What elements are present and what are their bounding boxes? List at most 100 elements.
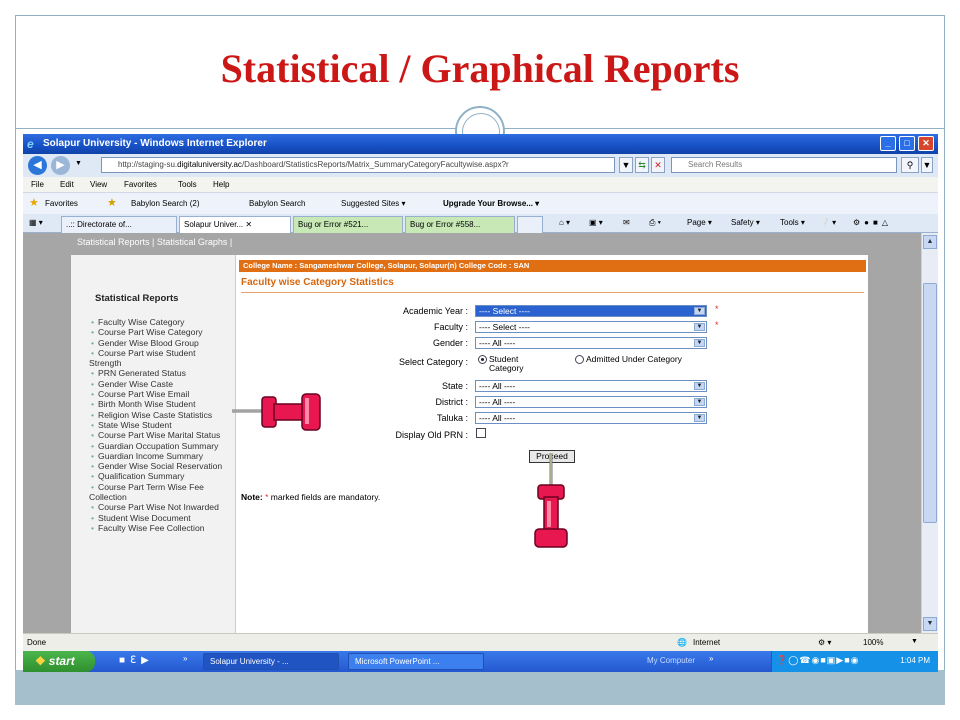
close-button[interactable]: ✕ xyxy=(918,136,934,151)
minimize-button[interactable]: _ xyxy=(880,136,896,151)
home-icon[interactable]: ⌂ ▾ xyxy=(559,218,570,227)
sidebar-item-guardian-income[interactable]: Guardian Income Summary xyxy=(89,451,229,461)
ie-logo-icon: e xyxy=(27,137,34,151)
sidebar-item-student-strength[interactable]: Course Part wise Student Strength xyxy=(89,348,229,369)
fav-babylon-search-2[interactable]: Babylon Search (2) xyxy=(131,199,199,208)
mail-icon[interactable]: ✉ xyxy=(623,218,630,227)
sidebar-item-course-part-wise-category[interactable]: Course Part Wise Category xyxy=(89,327,229,337)
quick-tabs-icon[interactable]: ▦ ▾ xyxy=(29,218,43,227)
taskbar-item-ie[interactable]: Solapur University - ... xyxy=(203,653,339,670)
bottom-band xyxy=(15,670,945,705)
search-input[interactable]: Search Results xyxy=(671,157,897,173)
new-tab-button[interactable] xyxy=(517,216,543,233)
zoom-settings-icon[interactable]: ⚙ ▾ xyxy=(818,638,831,647)
sidebar-item-state-wise-student[interactable]: State Wise Student xyxy=(89,420,229,430)
tab-directorate[interactable]: ..:: Directorate of... xyxy=(61,216,177,233)
address-path: /Dashboard/StatisticsReports/Matrix_Summ… xyxy=(241,160,509,169)
windows-taskbar: ❖ start ■ℇ▶ » Solapur University - ... Mi… xyxy=(23,651,938,672)
tray-icons[interactable]: ❓◯☎◉■▣▶■◉ xyxy=(776,655,860,666)
quick-launch-more-icon[interactable]: » xyxy=(183,654,187,663)
taluka-select[interactable]: ---- All ---- ▼ xyxy=(475,412,707,424)
history-dropdown-icon[interactable]: ▼ xyxy=(75,160,82,167)
maximize-button[interactable]: □ xyxy=(899,136,915,151)
tools-menu[interactable]: Tools ▾ xyxy=(780,218,805,227)
fav-babylon-search[interactable]: Babylon Search xyxy=(249,199,305,208)
print-icon[interactable]: ⎙ ▾ xyxy=(649,218,661,228)
display-old-prn-checkbox[interactable] xyxy=(476,428,486,438)
zoom-level[interactable]: 100% xyxy=(863,638,883,647)
sidebar-item-student-wise-document[interactable]: Student Wise Document xyxy=(89,513,229,523)
refresh-icon[interactable]: ⇆ xyxy=(635,157,649,173)
toolbar-expand-icon[interactable]: » xyxy=(709,654,713,663)
zoom-dropdown-icon[interactable]: ▼ xyxy=(911,638,918,645)
star-icon[interactable]: ★ xyxy=(29,196,39,209)
sidebar: Statistical Reports Faculty Wise Categor… xyxy=(71,255,236,633)
state-select[interactable]: ---- All ---- ▼ xyxy=(475,380,707,392)
fav-upgrade-browser[interactable]: Upgrade Your Browse... ▾ xyxy=(443,199,539,208)
scroll-thumb[interactable] xyxy=(923,283,937,523)
sidebar-item-religion-wise-caste[interactable]: Religion Wise Caste Statistics xyxy=(89,410,229,420)
select-value: ---- Select ---- xyxy=(479,306,530,316)
menu-help[interactable]: Help xyxy=(213,180,229,189)
forward-icon[interactable]: ▶ xyxy=(51,156,70,175)
browser-screenshot: e Solapur University - Windows Internet … xyxy=(23,134,938,672)
sidebar-item-prn-generated-status[interactable]: PRN Generated Status xyxy=(89,368,229,378)
back-icon[interactable]: ◀ xyxy=(28,156,47,175)
close-tab-icon[interactable]: ✕ xyxy=(245,220,252,229)
gender-select[interactable]: ---- All ---- ▼ xyxy=(475,337,707,349)
menu-view[interactable]: View xyxy=(90,180,107,189)
fav-suggested-sites[interactable]: Suggested Sites ▾ xyxy=(341,199,406,208)
favorites-button[interactable]: Favorites xyxy=(45,199,78,208)
sidebar-item-term-fee-collection[interactable]: Course Part Term Wise Fee Collection xyxy=(89,482,229,503)
district-select[interactable]: ---- All ---- ▼ xyxy=(475,396,707,408)
safety-menu[interactable]: Safety ▾ xyxy=(731,218,760,227)
page-menu[interactable]: Page ▾ xyxy=(687,218,712,227)
start-button[interactable]: ❖ start xyxy=(23,651,95,672)
sidebar-item-guardian-occupation[interactable]: Guardian Occupation Summary xyxy=(89,441,229,451)
sidebar-item-course-part-wise-email[interactable]: Course Part Wise Email xyxy=(89,389,229,399)
menu-favorites[interactable]: Favorites xyxy=(124,180,157,189)
tab-bug-521[interactable]: Bug or Error #521... xyxy=(293,216,403,233)
address-toolbar: ◀ ▶ ▼ http://staging-su.digitaluniversit… xyxy=(23,154,938,177)
sidebar-item-marital-status[interactable]: Course Part Wise Marital Status xyxy=(89,430,229,440)
taskbar-item-powerpoint[interactable]: Microsoft PowerPoint ... xyxy=(348,653,484,670)
menu-file[interactable]: File xyxy=(31,180,44,189)
sidebar-item-faculty-wise-category[interactable]: Faculty Wise Category xyxy=(89,317,229,327)
student-category-radio[interactable] xyxy=(478,355,487,364)
college-info-bar: College Name : Sangameshwar College, Sol… xyxy=(239,260,866,272)
report-form-area: College Name : Sangameshwar College, Sol… xyxy=(237,255,868,633)
toolbar-extra-icons[interactable]: ⚙●■△ xyxy=(853,218,892,227)
quick-launch-icons[interactable]: ■ℇ▶ xyxy=(119,655,154,666)
search-options-icon[interactable]: ▼ xyxy=(921,157,933,173)
my-computer-toolbar[interactable]: My Computer xyxy=(647,656,695,665)
address-input[interactable]: http://staging-su.digitaluniversity.ac/D… xyxy=(101,157,615,173)
address-dropdown-icon[interactable]: ▼ xyxy=(619,157,633,173)
feeds-icon[interactable]: ▣ ▾ xyxy=(589,218,603,227)
sidebar-item-birth-month-wise-student[interactable]: Birth Month Wise Student xyxy=(89,399,229,409)
scroll-up-icon[interactable]: ▲ xyxy=(923,235,937,249)
tab-bug-558[interactable]: Bug or Error #558... xyxy=(405,216,515,233)
menu-edit[interactable]: Edit xyxy=(60,180,74,189)
academic-year-select[interactable]: ---- Select ---- ▼ xyxy=(475,305,707,317)
chevron-down-icon: ▼ xyxy=(694,339,705,347)
favorites-bar: ★ Favorites ★ Babylon Search (2) Babylon… xyxy=(23,192,938,214)
stop-icon[interactable]: ✕ xyxy=(651,157,665,173)
sidebar-item-faculty-wise-fee[interactable]: Faculty Wise Fee Collection xyxy=(89,523,229,533)
scroll-down-icon[interactable]: ▼ xyxy=(923,617,937,631)
window-title: Solapur University - Windows Internet Ex… xyxy=(43,138,267,149)
page-content: Statistical Reports | Statistical Graphs… xyxy=(23,233,938,633)
menu-tools[interactable]: Tools xyxy=(178,180,197,189)
tab-solapur-university[interactable]: Solapur Univer... ✕ xyxy=(179,216,291,233)
add-favorite-icon[interactable]: ★ xyxy=(107,196,117,209)
search-icon[interactable]: ⚲ xyxy=(901,157,919,173)
help-icon[interactable]: ❔ ▾ xyxy=(820,218,836,227)
faculty-select[interactable]: ---- Select ---- ▼ xyxy=(475,321,707,333)
select-value: ---- All ---- xyxy=(479,397,516,407)
report-links[interactable]: Statistical Reports | Statistical Graphs… xyxy=(77,237,232,247)
sidebar-item-gender-wise-blood-group[interactable]: Gender Wise Blood Group xyxy=(89,338,229,348)
vertical-scrollbar[interactable]: ▲ ▼ xyxy=(921,233,938,633)
sidebar-item-gender-wise-caste[interactable]: Gender Wise Caste xyxy=(89,379,229,389)
sidebar-item-qualification-summary[interactable]: Qualification Summary xyxy=(89,471,229,481)
sidebar-item-not-inwarded[interactable]: Course Part Wise Not Inwarded xyxy=(89,502,229,512)
sidebar-item-social-reservation[interactable]: Gender Wise Social Reservation xyxy=(89,461,229,471)
